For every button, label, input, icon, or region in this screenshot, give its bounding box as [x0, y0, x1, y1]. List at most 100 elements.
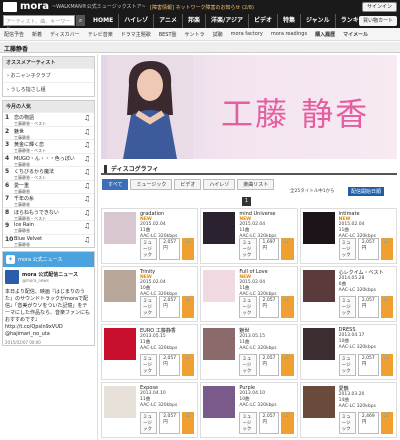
- music-note-icon[interactable]: ♫: [84, 155, 92, 163]
- ranking-row[interactable]: 8 ほらねもうできない 工藤静香・ベスト ♫: [3, 206, 94, 221]
- album-cover[interactable]: [104, 212, 136, 244]
- album-card[interactable]: Trinity NEW 2015.02.04 10曲 AAC-LC 320kbps ミュー…: [101, 266, 199, 322]
- subnav-item[interactable]: mora readings: [267, 31, 311, 37]
- subnav-item[interactable]: mora factory: [227, 31, 267, 37]
- album-cover[interactable]: [203, 328, 236, 360]
- album-card[interactable]: 心レクイム・ベスト 2014.05.28 6曲 AAC-LC 320kbps ミュージッ…: [299, 266, 397, 322]
- album-cover[interactable]: [302, 212, 335, 244]
- recommend-link[interactable]: › おニャン子クラブ: [3, 68, 94, 82]
- subnav-item[interactable]: 試聴: [209, 31, 227, 38]
- add-to-cart-icon[interactable]: 🛒: [380, 296, 393, 318]
- album-card[interactable]: intimate NEW 2015.02.04 11曲 AAC-LC 320kbps ミュ…: [299, 208, 397, 264]
- purchase-history-link[interactable]: 購入履歴: [311, 31, 339, 38]
- add-to-cart-icon[interactable]: 🛒: [380, 238, 393, 260]
- tweet-author[interactable]: mora 公式配信ニュース @mora_news: [3, 267, 94, 287]
- album-cover[interactable]: [203, 212, 236, 244]
- album-cover[interactable]: [302, 386, 335, 418]
- album-cover[interactable]: [104, 270, 136, 302]
- nav-item-hires[interactable]: ハイレゾ: [118, 14, 153, 28]
- album-cover[interactable]: [104, 386, 136, 418]
- filter-hires[interactable]: ハイレゾ: [203, 179, 236, 190]
- music-note-icon[interactable]: ♫: [84, 222, 92, 230]
- rank-number: 2: [5, 127, 10, 135]
- add-to-cart-icon[interactable]: 🛒: [380, 412, 393, 434]
- ranking-row[interactable]: 7 千年の糸 工藤静香 ♫: [3, 193, 94, 207]
- album-title[interactable]: 愛鶴: [339, 385, 394, 392]
- ranking-row[interactable]: 2 魅世 工藤静香 ♫: [3, 125, 94, 140]
- album-card[interactable]: Expose 2013.04.10 11曲 AAC-LC 320kbps ミュージック 2…: [101, 382, 199, 438]
- nav-item-feature[interactable]: 特集: [276, 14, 300, 28]
- nav-item-genre[interactable]: ジャンル: [299, 14, 335, 28]
- signin-button[interactable]: サインイン: [361, 2, 397, 12]
- album-title[interactable]: EURO 工藤静香: [140, 327, 195, 334]
- ranking-row[interactable]: 3 黄金に輝く恋 工藤静香・ベスト ♫: [3, 139, 94, 153]
- subnav-item[interactable]: BEST盤: [155, 31, 181, 38]
- add-to-cart-icon[interactable]: 🛒: [182, 296, 195, 318]
- subnav-item[interactable]: ドラマ主題歌: [117, 31, 155, 38]
- ranking-row[interactable]: 9 Ice Rain 工藤静香 ♫: [3, 220, 94, 234]
- add-to-cart-icon[interactable]: 🛒: [281, 354, 294, 376]
- cart-button[interactable]: 買い物カート: [358, 16, 397, 26]
- ranking-row[interactable]: 10 Blue Velvet 工藤静香 ♫: [3, 233, 94, 248]
- search-input[interactable]: アーティスト、曲、キーワード: [3, 15, 75, 32]
- album-title[interactable]: 心レクイム・ベスト: [339, 269, 394, 276]
- ranking-row[interactable]: 1 恋の物語 工藤静香・ベスト ♫: [3, 112, 94, 126]
- add-to-cart-icon[interactable]: 🛒: [380, 354, 393, 376]
- subnav-item[interactable]: 新着: [28, 31, 46, 38]
- mymail-link[interactable]: マイメール: [339, 31, 372, 38]
- add-to-cart-icon[interactable]: 🛒: [281, 238, 294, 260]
- music-note-icon[interactable]: ♫: [84, 168, 92, 176]
- album-card[interactable]: EURO 工藤静香 2013.05.15 11曲 AAC-LC 320kbps ミュージ…: [101, 324, 199, 380]
- album-card[interactable]: mind Universe NEW 2015.02.04 11曲 AAC-LC 320k…: [200, 208, 298, 264]
- recommend-link[interactable]: › うしろ指さし組: [3, 82, 94, 96]
- add-to-cart-icon[interactable]: 🛒: [281, 412, 294, 434]
- album-cover[interactable]: [203, 386, 236, 418]
- filter-tracklist[interactable]: 楽曲リスト: [237, 179, 275, 190]
- ranking-row[interactable]: 6 愛一重 工藤静香 ♫: [3, 179, 94, 194]
- music-note-icon[interactable]: ♫: [84, 114, 92, 122]
- album-title[interactable]: 魅世: [239, 327, 294, 334]
- subnav-item[interactable]: 配信予告: [0, 31, 28, 38]
- ranking-row[interactable]: 5 くちびるから魔法 工藤静香・ベスト ♫: [3, 166, 94, 180]
- subnav-item[interactable]: サントラ: [181, 31, 209, 38]
- page-number[interactable]: 1: [242, 197, 251, 206]
- album-cover[interactable]: [104, 328, 136, 360]
- music-note-icon[interactable]: ♫: [84, 209, 92, 217]
- rank-title: 愛一重: [14, 182, 30, 189]
- rank-number: 8: [5, 208, 10, 216]
- nav-item-video[interactable]: ビデオ: [247, 14, 277, 28]
- subnav-item[interactable]: テレビ音楽: [84, 31, 117, 38]
- add-to-cart-icon[interactable]: 🛒: [182, 354, 195, 376]
- ranking-row[interactable]: 4 MUGO・ん・・・色っぽい 工藤静香 ♫: [3, 152, 94, 167]
- media-type-label: ミュージック: [140, 412, 158, 434]
- filter-all[interactable]: すべて: [102, 179, 129, 190]
- music-note-icon[interactable]: ♫: [84, 128, 92, 136]
- nav-item-home[interactable]: HOME: [88, 14, 118, 28]
- album-cover[interactable]: [302, 328, 335, 360]
- add-to-cart-icon[interactable]: 🛒: [182, 412, 195, 434]
- outage-notice[interactable]: [障害情報] ネットワーク障害のお知らせ (2/8): [150, 4, 254, 11]
- music-note-icon[interactable]: ♫: [84, 141, 92, 149]
- search-icon[interactable]: ⌕: [76, 15, 85, 26]
- add-to-cart-icon[interactable]: 🛒: [281, 296, 294, 318]
- music-note-icon[interactable]: ♫: [84, 195, 92, 203]
- filter-video[interactable]: ビデオ: [174, 179, 202, 190]
- music-note-icon[interactable]: ♫: [84, 236, 92, 244]
- album-card[interactable]: 愛鶴 2013.03.20 14曲 AAC-LC 320kbps ミュージック 2,469…: [299, 382, 397, 438]
- nav-item-anime[interactable]: アニメ: [153, 14, 182, 28]
- album-card[interactable]: DRESS 2013.04.17 10曲 AAC-LC 320kbps ミュージック 2,…: [299, 324, 397, 380]
- album-cover[interactable]: [302, 270, 335, 302]
- mora-logo[interactable]: mora ~WALKMAN®公式ミュージックストア~: [3, 1, 146, 12]
- album-card[interactable]: gradation NEW 2015.02.04 11曲 AAC-LC 320kbps ミ…: [101, 208, 199, 264]
- music-note-icon[interactable]: ♫: [84, 182, 92, 190]
- album-card[interactable]: Purple 2013.04.10 10曲 AAC-LC 320kbps ミュージック 2…: [200, 382, 298, 438]
- album-cover[interactable]: [203, 270, 236, 302]
- filter-music[interactable]: ミュージック: [130, 179, 173, 190]
- add-to-cart-icon[interactable]: 🛒: [182, 238, 195, 260]
- sort-dropdown[interactable]: 配信開始日順: [348, 187, 385, 196]
- album-card[interactable]: 魅世 2013.05.15 11曲 AAC-LC 320kbps ミュージック 2,057…: [200, 324, 298, 380]
- subnav-item[interactable]: ディスカバー: [46, 31, 84, 38]
- album-card[interactable]: Full of Love NEW 2015.02.04 11曲 AAC-LC 320kb…: [200, 266, 298, 322]
- nav-item-jpop[interactable]: 邦楽: [181, 14, 205, 28]
- nav-item-western[interactable]: 洋楽/アジア: [205, 14, 248, 28]
